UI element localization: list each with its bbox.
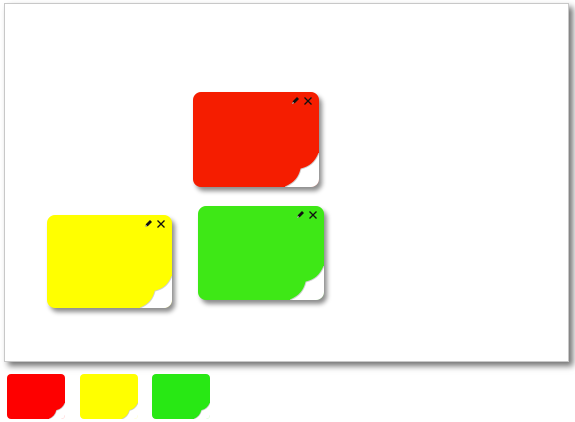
sticky-note-yellow[interactable]	[47, 215, 172, 308]
sticky-note-board[interactable]	[4, 3, 569, 362]
new-note-swatch-yellow[interactable]	[80, 374, 138, 419]
sticky-note-red[interactable]	[193, 92, 319, 187]
page-curl-icon	[290, 266, 324, 300]
page-curl-icon	[194, 403, 210, 419]
sticky-note-green[interactable]	[198, 206, 324, 300]
pencil-icon[interactable]	[295, 210, 305, 220]
note-controls	[295, 210, 318, 220]
note-controls	[290, 96, 313, 106]
close-icon[interactable]	[308, 210, 318, 220]
new-note-swatch-red[interactable]	[7, 374, 65, 419]
page-curl-icon	[122, 403, 138, 419]
page-curl-icon	[49, 403, 65, 419]
note-controls	[143, 219, 166, 229]
close-icon[interactable]	[303, 96, 313, 106]
new-note-swatch-green[interactable]	[152, 374, 210, 419]
page-curl-icon	[140, 276, 172, 308]
close-icon[interactable]	[156, 219, 166, 229]
page-curl-icon	[285, 153, 319, 187]
pencil-icon[interactable]	[290, 96, 300, 106]
pencil-icon[interactable]	[143, 219, 153, 229]
